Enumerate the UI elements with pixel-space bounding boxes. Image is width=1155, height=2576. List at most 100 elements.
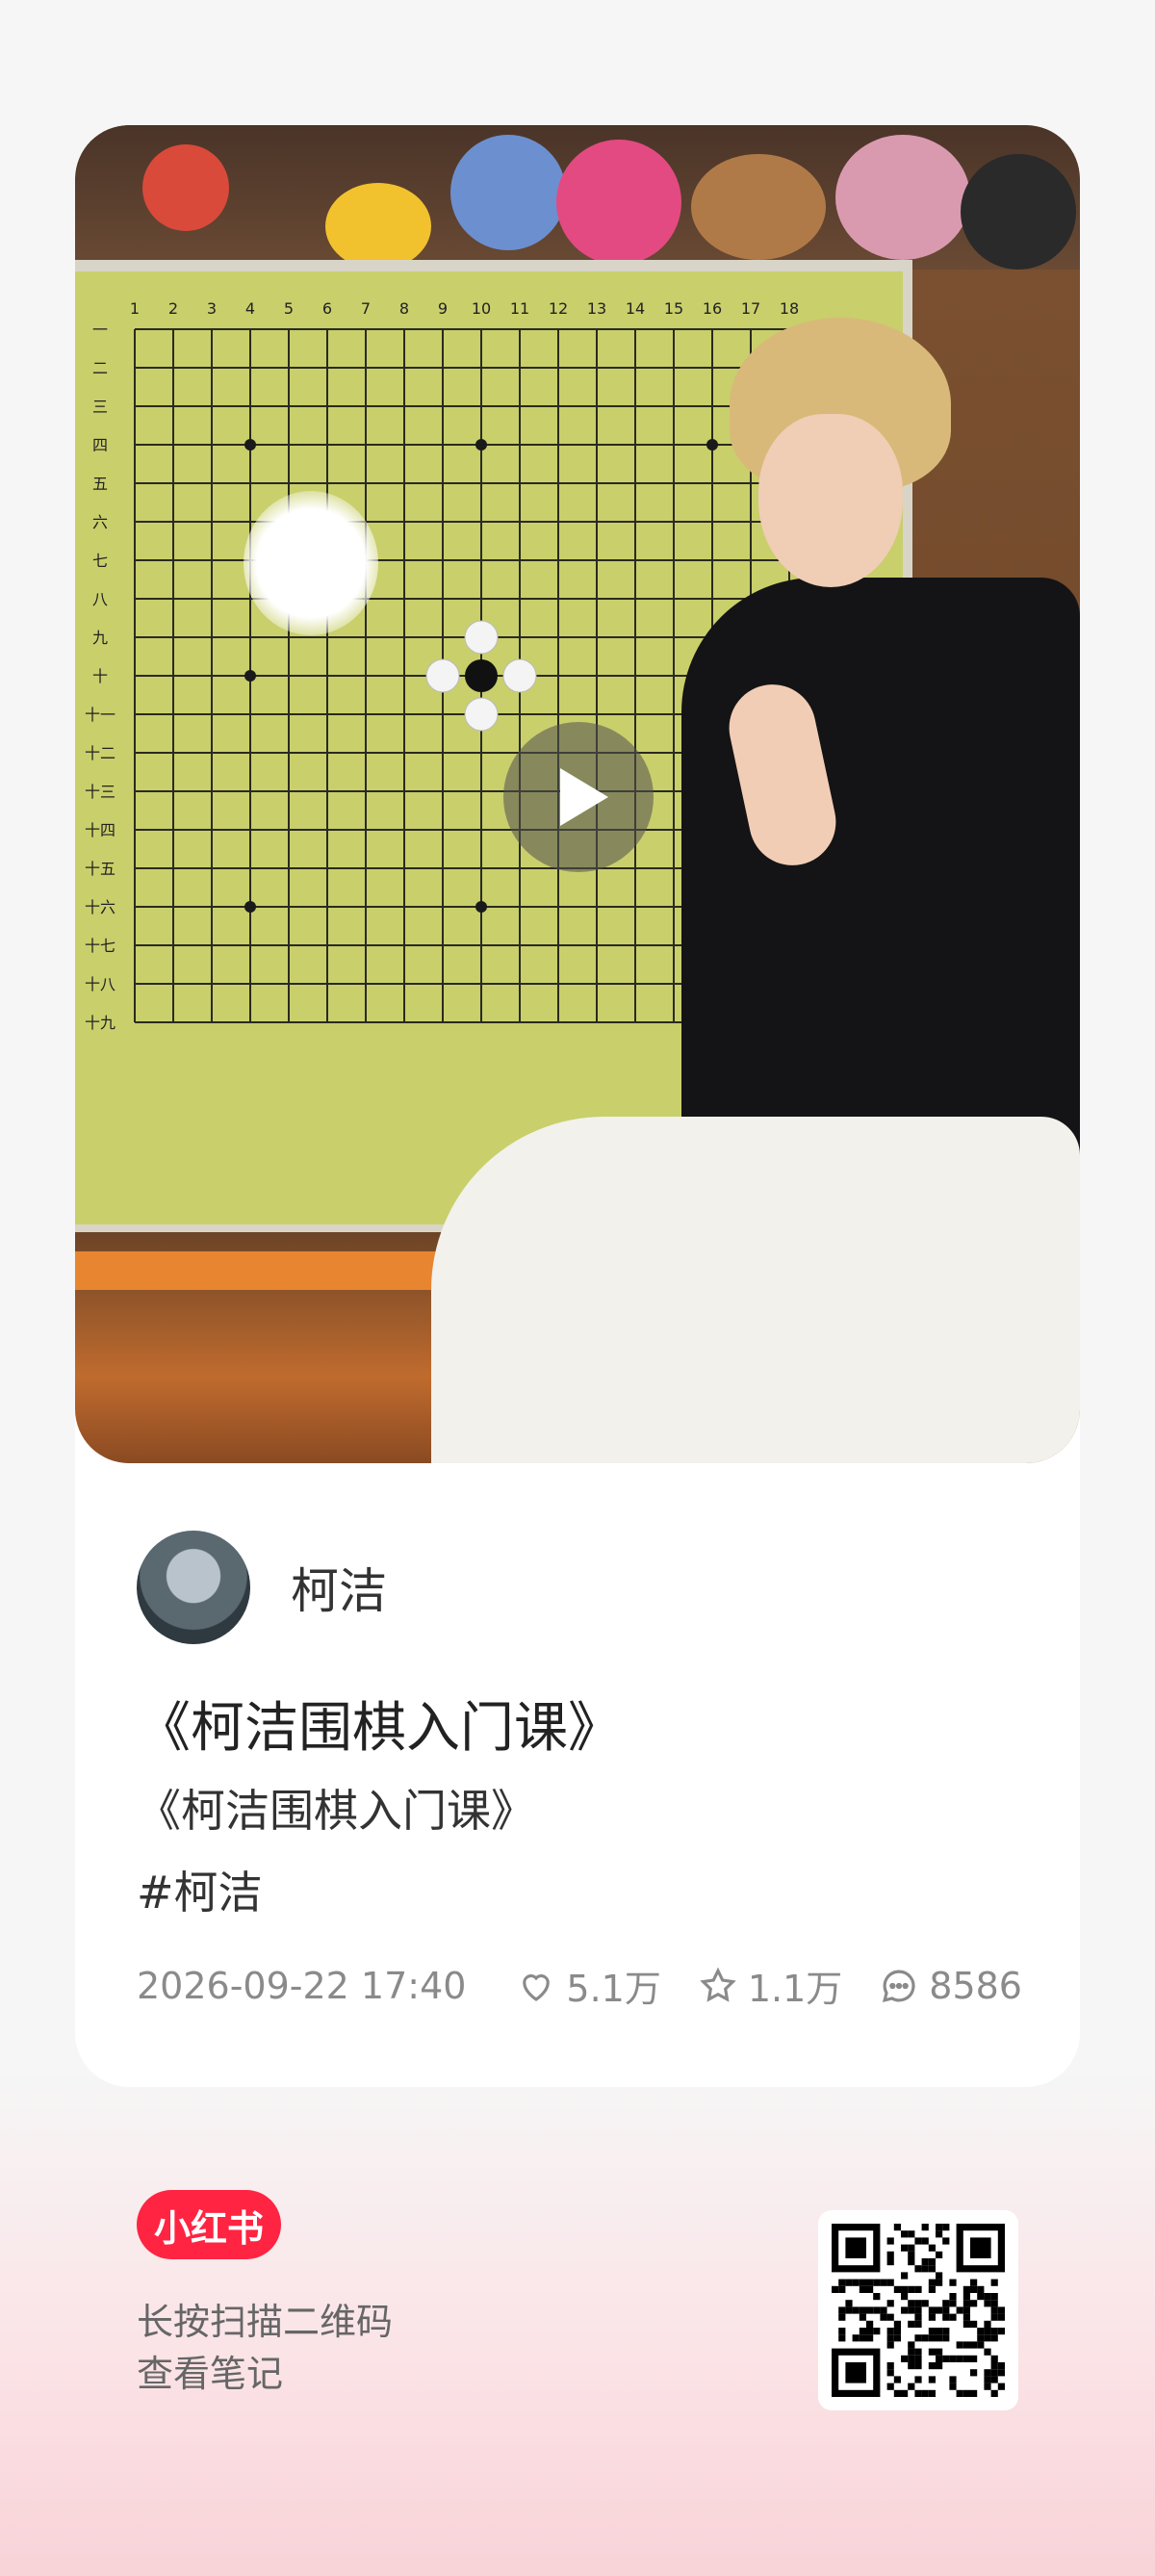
qr-module [949,2313,957,2321]
play-button[interactable] [503,722,654,872]
qr-module [838,2328,846,2335]
qr-module [977,2334,985,2342]
row-label: 三 [92,398,108,416]
qr-module [942,2306,950,2314]
qr-module [970,2279,978,2286]
qr-module [928,2285,936,2293]
qr-module [936,2306,943,2314]
qr-module [928,2244,936,2252]
qr-module [886,2258,894,2266]
light-glare [244,491,378,635]
qr-module [990,2369,998,2377]
qr-module [908,2383,915,2390]
qr-module [942,2328,950,2335]
black-stone [465,659,498,692]
qr-module [970,2320,978,2328]
qr-module [990,2389,998,2397]
column-label: 5 [284,299,294,318]
qr-module [990,2376,998,2383]
qr-module [928,2362,936,2370]
qr-module [901,2230,909,2238]
author-name[interactable]: 柯洁 [291,1553,387,1622]
qr-module [845,2306,853,2314]
xiaohongshu-logo: 小红书 [137,2190,281,2259]
qr-module [893,2285,901,2293]
qr-module [893,2389,901,2397]
qr-module [893,2224,901,2231]
qr-module [914,2285,922,2293]
column-label: 10 [472,299,491,318]
comment-count: 8586 [929,1964,1022,2007]
qr-module [859,2313,866,2321]
qr-module [970,2341,978,2349]
column-label: 15 [664,299,683,318]
column-label: 11 [510,299,529,318]
qr-module [901,2285,909,2293]
row-label: 十二 [85,744,116,762]
qr-module [962,2389,970,2397]
avatar[interactable] [137,1531,250,1644]
like-count: 5.1万 [566,1968,661,2010]
qr-module [942,2224,950,2231]
qr-module [838,2285,846,2293]
qr-module [997,2362,1005,2370]
row-label: 八 [92,590,108,608]
qr-module [997,2328,1005,2335]
qr-module [901,2306,909,2314]
row-label: 九 [92,629,108,647]
qr-module [977,2341,985,2349]
qr-module [990,2306,998,2314]
qr-module [990,2334,998,2342]
like-stat[interactable]: 5.1万 [516,1959,661,2012]
hashtag-link[interactable]: #柯洁 [137,1858,263,1921]
qr-module [866,2320,874,2328]
column-label: 4 [245,299,255,318]
qr-module [984,2293,991,2301]
qr-module [936,2328,943,2335]
qr-module [942,2313,950,2321]
qr-module [838,2306,846,2314]
qr-module [921,2334,929,2342]
qr-module [984,2300,991,2307]
author-row[interactable]: 柯洁 [137,1531,387,1644]
column-label: 1 [130,299,140,318]
qr-module [886,2300,894,2307]
qr-module [936,2272,943,2280]
post-meta: 2026-09-22 17:40 5.1万 1.1万 8586 [137,1959,1022,2012]
qr-module [908,2362,915,2370]
star-point [244,901,256,913]
qr-module [866,2306,874,2314]
qr-module [866,2334,874,2342]
qr-module [928,2376,936,2383]
qr-module [914,2320,922,2328]
qr-module [914,2389,922,2397]
qr-module [908,2306,915,2314]
qr-module [908,2320,915,2328]
qr-module [886,2328,894,2335]
qr-module [908,2348,915,2356]
comment-stat[interactable]: 8586 [879,1965,1022,2007]
white-stone [464,620,499,655]
qr-module [873,2306,881,2314]
qr-module [928,2313,936,2321]
qr-module [928,2279,936,2286]
qr-module [901,2244,909,2252]
qr-module [893,2376,901,2383]
favorite-stat[interactable]: 1.1万 [698,1959,842,2012]
qr-finder [845,2237,866,2258]
white-stone [425,658,460,693]
comment-icon [883,1970,915,2002]
row-label: 十一 [85,706,116,724]
qr-module [990,2355,998,2362]
video-cover[interactable]: 1 2 3 4 5 6 7 8 9 10 11 12 13 14 15 16 17 18 一二三四五六七八九十十一十… [75,125,1080,1463]
qr-module [901,2355,909,2362]
qr-module [921,2389,929,2397]
qr-module [901,2293,909,2301]
qr-module [921,2265,929,2273]
qr-module [936,2334,943,2342]
qr-code-icon[interactable] [818,2210,1018,2410]
qr-module [936,2348,943,2356]
favorite-count: 1.1万 [747,1968,843,2010]
row-label: 七 [92,552,108,570]
qr-module [859,2279,866,2286]
